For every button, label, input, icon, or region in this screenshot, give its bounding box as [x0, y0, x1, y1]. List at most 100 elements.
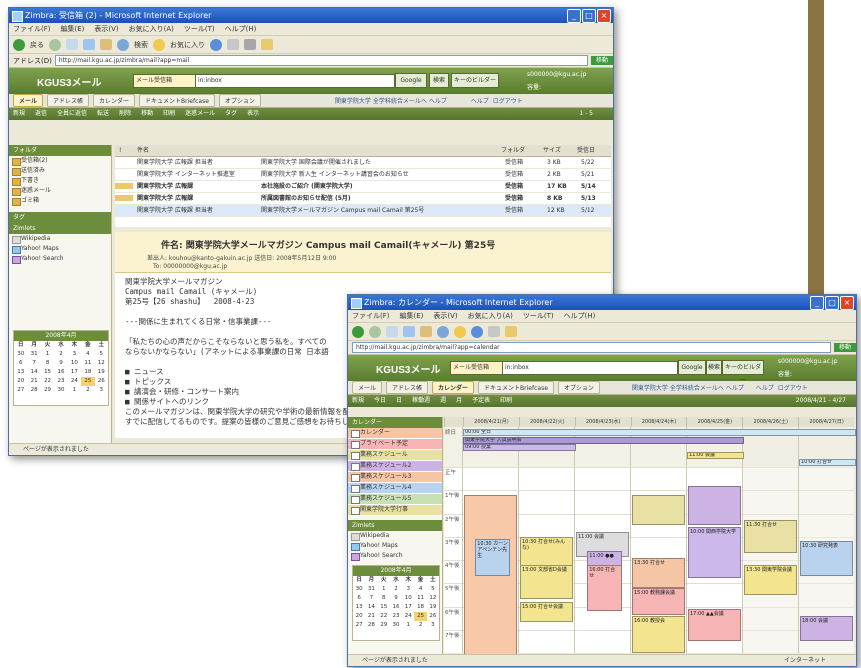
- mini-cal-title[interactable]: 2008年4月: [353, 566, 439, 576]
- menu-view[interactable]: 表示(V): [94, 23, 118, 35]
- tab-calendar[interactable]: カレンダー: [432, 381, 475, 394]
- help-link[interactable]: ヘルプ: [756, 383, 774, 392]
- mini-cal-date[interactable]: 8: [378, 594, 390, 603]
- maximize-icon[interactable]: □: [582, 9, 596, 23]
- calendar-event[interactable]: 10:30 カーン アペンテン先生: [475, 539, 510, 576]
- all-day-event[interactable]: 関東学院大学 入試説明会: [463, 436, 744, 444]
- calendar-event[interactable]: 15:00 打合せ会議: [520, 601, 574, 623]
- action-forward[interactable]: 転送: [97, 108, 109, 120]
- mini-cal-date[interactable]: 27: [14, 386, 27, 395]
- mini-cal-date[interactable]: 10: [68, 359, 81, 368]
- help-link[interactable]: ヘルプ: [471, 96, 489, 105]
- week-day-header[interactable]: 2008/4/26(土): [742, 417, 798, 427]
- mini-cal-date[interactable]: 29: [378, 621, 390, 630]
- message-row[interactable]: 関東学院大学 広報課 担当者 関東学院大学メールマガジン Campus mail …: [115, 205, 611, 217]
- message-from[interactable]: 差出人: kouhou@kanto-gakuin.ac.jp 送信日: 2008…: [147, 253, 336, 262]
- back-icon[interactable]: [13, 38, 25, 51]
- search-button-2[interactable]: 検索: [706, 360, 722, 375]
- calendar-pager[interactable]: 2008/4/21 - 4/27: [796, 395, 856, 407]
- checkbox-icon[interactable]: [351, 485, 360, 493]
- search-button[interactable]: Google: [678, 360, 706, 375]
- back-icon[interactable]: [352, 325, 364, 338]
- calendar-event[interactable]: 16:00 教授会: [632, 615, 686, 653]
- mini-cal-date[interactable]: 13: [14, 368, 27, 377]
- favorites-icon[interactable]: [454, 325, 466, 338]
- mail-pager[interactable]: 1 - 5: [579, 108, 613, 120]
- mini-cal-date[interactable]: 2: [414, 621, 426, 630]
- all-day-event[interactable]: 10:00 打合せ: [799, 459, 856, 466]
- folder-icon[interactable]: [261, 39, 273, 50]
- checkbox-icon[interactable]: [351, 496, 360, 504]
- mini-cal-date[interactable]: 25: [414, 612, 427, 621]
- zimlet-yahoo-maps[interactable]: Yahoo! Maps: [348, 541, 442, 551]
- refresh-icon[interactable]: [403, 326, 415, 337]
- checkbox-icon[interactable]: [351, 441, 360, 449]
- mini-cal-date[interactable]: 2: [81, 386, 94, 395]
- mini-cal-date[interactable]: 29: [41, 386, 54, 395]
- action-new[interactable]: 新規: [13, 108, 25, 120]
- calendar-event[interactable]: 10:00 関西学院大学: [688, 527, 742, 579]
- search-scope-select[interactable]: メール受信箱: [133, 74, 197, 88]
- search-button-2[interactable]: 検索: [429, 73, 449, 88]
- media-icon[interactable]: [471, 325, 483, 338]
- mini-cal-date[interactable]: 7: [27, 359, 40, 368]
- search-button[interactable]: Google: [395, 73, 427, 88]
- mini-cal-date[interactable]: 9: [54, 359, 67, 368]
- action-print[interactable]: 印刷: [163, 108, 175, 120]
- calendar-list-item[interactable]: 業務スケジュール2: [348, 461, 442, 472]
- mini-cal-date[interactable]: 16: [390, 603, 402, 612]
- folders-header[interactable]: フォルダ: [9, 145, 111, 156]
- week-day-header[interactable]: 2008/4/25(金): [686, 417, 742, 427]
- calendar-list-item[interactable]: 業務スケジュール4: [348, 483, 442, 494]
- mini-cal-date[interactable]: 31: [27, 350, 40, 359]
- mini-cal-date[interactable]: 10: [402, 594, 414, 603]
- folder-sent[interactable]: 送信済み: [9, 166, 111, 176]
- search-input[interactable]: in:inbox: [195, 74, 395, 88]
- favorites-icon[interactable]: [153, 38, 165, 51]
- tags-header[interactable]: タグ: [9, 212, 111, 223]
- calendar-event[interactable]: 13:00 文部省D会議: [520, 564, 574, 600]
- logout-link[interactable]: ログアウト: [778, 383, 808, 392]
- mini-cal-date[interactable]: 31: [365, 585, 377, 594]
- close-icon[interactable]: ×: [597, 9, 611, 23]
- action-delete[interactable]: 削除: [119, 108, 131, 120]
- mini-cal-date[interactable]: 3: [427, 621, 439, 630]
- calendar-list-item[interactable]: カレンダー: [348, 428, 442, 439]
- all-day-event[interactable]: 09:00 授業: [463, 444, 576, 451]
- action-reply-all[interactable]: 全員に返信: [57, 108, 87, 120]
- mini-cal-date[interactable]: 1: [41, 350, 54, 359]
- action-view[interactable]: 表示: [247, 108, 259, 120]
- checkbox-icon[interactable]: [351, 507, 360, 515]
- mini-cal-date[interactable]: 28: [365, 621, 377, 630]
- refresh-icon[interactable]: [83, 39, 95, 50]
- mini-cal-date[interactable]: 18: [414, 603, 426, 612]
- logout-link[interactable]: ログアウト: [493, 96, 523, 105]
- calendar-list-item[interactable]: 関東学院大学行事: [348, 505, 442, 516]
- mini-cal-date[interactable]: 22: [378, 612, 390, 621]
- action-workweek[interactable]: 稼働週: [412, 395, 430, 407]
- checkbox-icon[interactable]: [351, 463, 360, 471]
- menu-view[interactable]: 表示(V): [433, 310, 457, 322]
- calendar-list-item[interactable]: 業務スケジュール: [348, 450, 442, 461]
- go-button[interactable]: 移動: [591, 56, 613, 65]
- mini-cal-date[interactable]: 17: [402, 603, 414, 612]
- mini-cal-date[interactable]: 14: [365, 603, 377, 612]
- calendar-list-item[interactable]: 業務スケジュール5: [348, 494, 442, 505]
- mini-cal-date[interactable]: 30: [353, 585, 365, 594]
- day-column[interactable]: [574, 427, 575, 653]
- col-folder[interactable]: フォルダ: [497, 145, 539, 156]
- mini-cal-date[interactable]: 28: [27, 386, 40, 395]
- action-reply[interactable]: 返信: [35, 108, 47, 120]
- mini-cal-date[interactable]: 1: [68, 386, 81, 395]
- action-move[interactable]: 移動: [141, 108, 153, 120]
- mini-cal-date[interactable]: 6: [14, 359, 27, 368]
- back-label[interactable]: 戻る: [30, 40, 44, 50]
- mini-cal-date[interactable]: 21: [365, 612, 377, 621]
- folder-junk[interactable]: 迷惑メール: [9, 186, 111, 196]
- mini-cal-date[interactable]: 24: [402, 612, 414, 621]
- menu-help[interactable]: ヘルプ(H): [225, 23, 257, 35]
- folder-icon[interactable]: [505, 326, 517, 337]
- mini-cal-date[interactable]: 30: [390, 621, 402, 630]
- mini-cal-date[interactable]: 26: [95, 377, 108, 386]
- mini-cal-date[interactable]: 12: [95, 359, 108, 368]
